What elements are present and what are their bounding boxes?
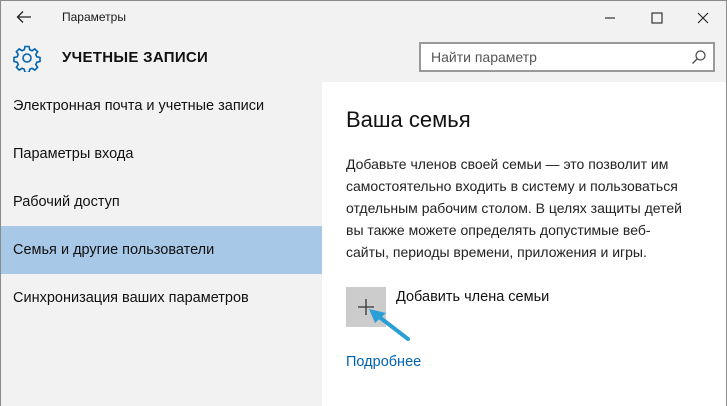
description-line: вы также можете определять допустимые ве…: [346, 222, 651, 238]
pointer-arrow-icon: [369, 309, 410, 341]
close-icon: [697, 12, 709, 23]
arrow-left-icon: [16, 11, 31, 23]
page-header: УЧЕТНЫЕ ЗАПИСИ: [1, 34, 726, 82]
sidebar-item-label: Параметры входа: [13, 146, 134, 162]
minimize-icon: [605, 16, 615, 19]
minimize-button[interactable]: [587, 1, 633, 34]
learn-more-link[interactable]: Подробнее: [346, 354, 421, 370]
search-input[interactable]: [421, 44, 683, 70]
sidebar-item-label: Электронная почта и учетные записи: [13, 98, 265, 114]
gear-icon: [13, 45, 41, 72]
maximize-icon: [651, 11, 663, 24]
sidebar-item-work-access[interactable]: Рабочий доступ: [1, 178, 322, 226]
sidebar-item-family-other-users[interactable]: Семья и другие пользователи: [1, 226, 322, 274]
add-family-member-label[interactable]: Добавить члена семьи: [396, 289, 549, 305]
page-title: УЧЕТНЫЕ ЗАПИСИ: [62, 49, 209, 66]
description-line: сайты, периоды времени, приложения и игр…: [346, 244, 647, 260]
back-button[interactable]: [9, 5, 39, 29]
sidebar-item-label: Синхронизация ваших параметров: [13, 290, 249, 306]
description-line: Добавьте членов своей семьи — это позвол…: [346, 156, 669, 172]
description-line: отдельным рабочим столом. В целях защиты…: [346, 200, 682, 216]
close-button[interactable]: [680, 1, 726, 34]
window-title: Параметры: [62, 10, 126, 24]
sidebar-item-sign-in-options[interactable]: Параметры входа: [1, 130, 322, 178]
main-content: Ваша семья Добавьте членов своей семьи —…: [322, 82, 726, 406]
sidebar-item-sync-settings[interactable]: Синхронизация ваших параметров: [1, 274, 322, 322]
sidebar-item-label: Рабочий доступ: [13, 194, 120, 210]
section-title: Ваша семья: [346, 107, 471, 132]
search-icon[interactable]: [691, 49, 707, 65]
settings-window: Параметры УЧЕТНЫЕ ЗАПИСИ Найти параметр …: [0, 0, 727, 406]
section-description: Добавьте членов своей семьи — это позвол…: [346, 153, 706, 263]
maximize-button[interactable]: [634, 1, 680, 34]
sidebar: Электронная почта и учетные записи Парам…: [1, 82, 322, 406]
description-line: самостоятельно входить в систему и польз…: [346, 178, 678, 194]
search-box[interactable]: [419, 42, 715, 72]
sidebar-item-email-accounts[interactable]: Электронная почта и учетные записи: [1, 82, 322, 130]
title-bar: Параметры: [1, 1, 726, 34]
sidebar-item-label: Семья и другие пользователи: [13, 242, 215, 258]
